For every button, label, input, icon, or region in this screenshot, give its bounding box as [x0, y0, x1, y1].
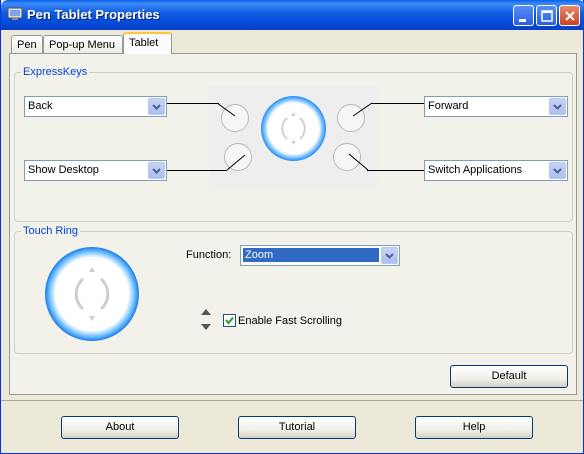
tab-pen[interactable]: Pen — [11, 35, 43, 53]
tab-popup-menu-label: Pop-up Menu — [49, 39, 116, 51]
function-select[interactable]: Zoom — [240, 245, 400, 266]
chevron-down-icon — [148, 98, 165, 115]
expresskey-top-left-select[interactable]: Back — [24, 96, 167, 117]
tutorial-button[interactable]: Tutorial — [238, 416, 356, 439]
minimize-button[interactable] — [513, 5, 534, 26]
touch-ring-large-arrows-icon — [74, 267, 110, 321]
enable-fast-scrolling-checkbox[interactable] — [223, 314, 236, 327]
tab-tablet[interactable]: Tablet — [123, 32, 172, 54]
tab-pen-label: Pen — [17, 39, 37, 51]
expresskey-top-left-value: Back — [28, 100, 53, 112]
touch-ring-small — [261, 96, 326, 161]
expresskey-bottom-right-value: Switch Applications — [428, 164, 523, 176]
function-select-value: Zoom — [243, 248, 379, 262]
expresskeys-group-label: ExpressKeys — [21, 66, 90, 78]
expresskey-top-right-value: Forward — [428, 100, 469, 112]
pen-tablet-properties-window: Pen Tablet Properties Pen Pop-up Menu Ta… — [0, 0, 584, 454]
help-button[interactable]: Help — [415, 416, 533, 439]
window-title: Pen Tablet Properties — [27, 7, 160, 22]
chevron-down-icon — [549, 162, 566, 179]
connector-line — [167, 170, 227, 171]
title-bar[interactable]: Pen Tablet Properties — [1, 0, 584, 30]
expresskey-top-right-select[interactable]: Forward — [424, 96, 568, 117]
divider — [1, 400, 583, 401]
tab-tablet-label: Tablet — [129, 37, 159, 49]
maximize-button[interactable] — [536, 5, 557, 26]
enable-fast-scrolling-label[interactable]: Enable Fast Scrolling — [238, 315, 342, 327]
connector-line — [167, 103, 219, 104]
checkmark-icon — [225, 316, 234, 325]
connector-line — [371, 103, 424, 104]
connector-line — [367, 170, 424, 171]
touch-ring-large — [45, 247, 139, 341]
expresskey-bottom-left-select[interactable]: Show Desktop — [24, 160, 167, 181]
connector-line — [352, 102, 373, 117]
scroll-arrows-icon — [201, 309, 211, 330]
maximize-icon — [541, 10, 553, 22]
chevron-down-icon — [381, 247, 398, 264]
connector-line — [348, 153, 369, 171]
touch-ring-group-label: Touch Ring — [21, 225, 81, 237]
close-button[interactable] — [559, 5, 580, 26]
expresskey-bottom-left-value: Show Desktop — [28, 164, 99, 176]
tablet-app-icon — [7, 7, 23, 20]
minimize-icon — [519, 19, 526, 22]
close-icon — [565, 11, 575, 21]
chevron-down-icon — [549, 98, 566, 115]
chevron-down-icon — [148, 162, 165, 179]
expresskey-bottom-right-select[interactable]: Switch Applications — [424, 160, 568, 181]
tab-popup-menu[interactable]: Pop-up Menu — [43, 35, 123, 53]
touch-ring-small-arrows-icon — [281, 112, 306, 145]
connector-line — [216, 102, 236, 117]
connector-line — [226, 154, 246, 171]
default-button[interactable]: Default — [450, 365, 568, 388]
about-button[interactable]: About — [61, 416, 179, 439]
function-label: Function: — [186, 249, 232, 261]
